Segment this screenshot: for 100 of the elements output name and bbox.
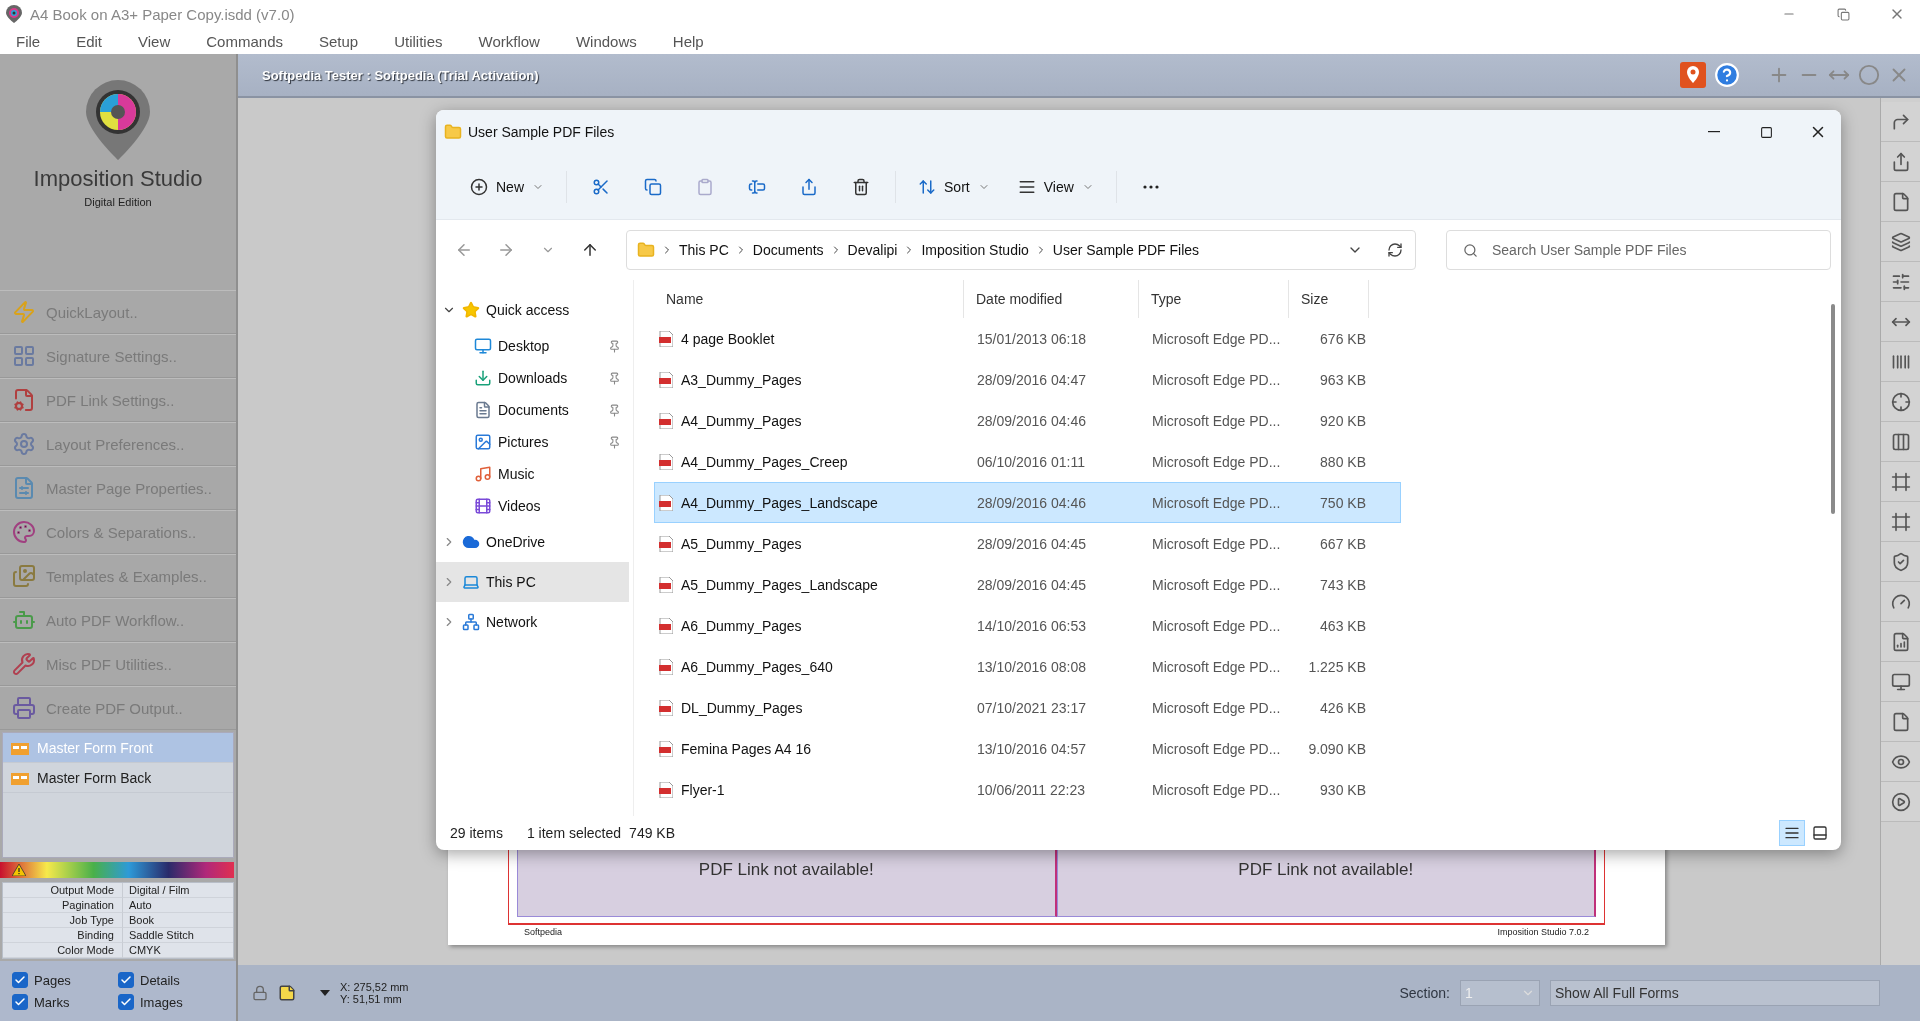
breadcrumb-item[interactable]: User Sample PDF Files — [1052, 242, 1200, 258]
forms-filter-field[interactable]: Show All Full Forms — [1550, 980, 1880, 1006]
document-icon — [474, 401, 492, 419]
nav-item[interactable]: OneDrive — [436, 522, 629, 562]
tool-button[interactable] — [1881, 182, 1920, 222]
nav-item[interactable]: Videos — [436, 490, 629, 522]
property-label: Binding — [3, 928, 123, 943]
new-button[interactable]: New — [460, 166, 554, 207]
frame-icon — [1890, 471, 1911, 492]
x-coordinate: X: 275,52 mm — [340, 981, 409, 993]
file-row[interactable]: A6_Dummy_Pages 14/10/2016 06:53 Microsoft Edge PD... 463 KB — [654, 605, 1401, 646]
column-header[interactable]: Size — [1289, 280, 1369, 318]
menu-item[interactable]: Workflow — [478, 32, 560, 50]
file-row[interactable]: A5_Dummy_Pages_Landscape 28/09/2016 04:45 Microsoft Edge PD... 743 KB — [654, 564, 1401, 605]
file-row[interactable]: A4_Dummy_Pages_Landscape 28/09/2016 04:46 Microsoft Edge PD... 750 KB — [654, 482, 1401, 523]
view-button[interactable]: View — [1007, 166, 1104, 207]
tool-button[interactable] — [1881, 582, 1920, 622]
file-row[interactable]: DL_Dummy_Pages 07/10/2021 23:17 Microsoft Edge PD... 426 KB — [654, 687, 1401, 728]
nav-item[interactable]: Pictures — [436, 426, 629, 458]
tool-button[interactable] — [1881, 302, 1920, 342]
type-cell-text: Microsoft Edge PD... — [1151, 494, 1282, 511]
option-checkbox[interactable]: Marks — [12, 994, 118, 1010]
nav-item[interactable]: Quick access — [436, 290, 629, 330]
window-title: User Sample PDF Files — [468, 124, 616, 140]
tool-button[interactable] — [1881, 662, 1920, 702]
type-cell-text: Microsoft Edge PD... — [1151, 658, 1282, 675]
option-checkbox[interactable]: Images — [118, 994, 224, 1010]
computer-icon — [462, 573, 480, 591]
menu-item[interactable]: File — [16, 32, 61, 50]
nav-item[interactable]: Downloads — [436, 362, 629, 394]
file-row[interactable]: A4_Dummy_Pages_Creep 06/10/2016 01:11 Microsoft Edge PD... 880 KB — [654, 441, 1401, 482]
form-item[interactable]: Master Form Back — [3, 763, 233, 793]
menu-item[interactable]: Commands — [206, 32, 303, 50]
file-row[interactable]: Femina Pages A4 16 13/10/2016 04:57 Microsoft Edge PD... 9.090 KB — [654, 728, 1401, 769]
menu-item[interactable]: Help — [672, 32, 724, 50]
size-cell-text: 667 KB — [1319, 535, 1367, 552]
menu-item[interactable]: Utilities — [394, 32, 463, 50]
file-row[interactable]: A4_Dummy_Pages 28/09/2016 04:46 Microsoft Edge PD... 920 KB — [654, 400, 1401, 441]
nav-item[interactable]: Documents — [436, 394, 629, 426]
pdf-file-icon — [659, 740, 673, 757]
section-label: Section: — [1399, 985, 1450, 1001]
date-cell-text: 15/01/2013 06:18 — [976, 330, 1087, 347]
location-pin-icon[interactable] — [1680, 62, 1706, 88]
nav-item[interactable]: Music — [436, 458, 629, 490]
tool-button[interactable] — [1881, 342, 1920, 382]
warning-icon — [12, 864, 26, 876]
breadcrumb-item[interactable]: This PC — [679, 242, 729, 258]
file-name: A4_Dummy_Pages_Creep — [681, 453, 848, 470]
search-field[interactable]: Search User Sample PDF Files — [1446, 230, 1831, 270]
scrollbar-thumb[interactable] — [1831, 304, 1835, 514]
file-row[interactable]: A6_Dummy_Pages_640 13/10/2016 08:08 Microsoft Edge PD... 1.225 KB — [654, 646, 1401, 687]
view-toggle-button[interactable] — [1779, 820, 1805, 846]
tool-button[interactable] — [1881, 462, 1920, 502]
nav-item[interactable]: Desktop — [436, 330, 629, 362]
note-icon[interactable] — [278, 984, 296, 1002]
tool-button[interactable] — [1881, 382, 1920, 422]
search-input[interactable]: Search User Sample PDF Files — [1490, 241, 1830, 259]
menu-item[interactable]: Edit — [76, 32, 123, 50]
tool-button[interactable] — [1881, 422, 1920, 462]
breadcrumb-item[interactable]: Devalipi — [847, 242, 898, 258]
tool-button[interactable] — [1881, 222, 1920, 262]
video-icon — [474, 497, 492, 515]
file-row[interactable]: A3_Dummy_Pages 28/09/2016 04:47 Microsoft Edge PD... 963 KB — [654, 359, 1401, 400]
caret-icon[interactable] — [320, 990, 330, 996]
option-checkbox[interactable]: Pages — [12, 972, 118, 988]
date-cell-text: 14/10/2016 06:53 — [976, 617, 1087, 634]
tool-button[interactable] — [1881, 102, 1920, 142]
tool-button[interactable] — [1881, 742, 1920, 782]
desktop-icon — [474, 337, 492, 355]
tool-button[interactable] — [1881, 542, 1920, 582]
size-cell-text: 676 KB — [1319, 330, 1367, 347]
lock-icon[interactable] — [252, 985, 268, 1001]
columns-icon — [1890, 431, 1911, 452]
file-row[interactable]: Flyer-1 10/06/2011 22:23 Microsoft Edge PD... 930 KB — [654, 769, 1401, 810]
tool-button[interactable] — [1881, 702, 1920, 742]
tool-button[interactable] — [1881, 622, 1920, 662]
nav-item[interactable]: Network — [436, 602, 629, 642]
column-header[interactable]: Type — [1139, 280, 1289, 318]
file-row[interactable]: 4 page Booklet 15/01/2013 06:18 Microsoft Edge PD... 676 KB — [654, 318, 1401, 359]
sort-button[interactable]: Sort — [908, 166, 1000, 207]
item-count: 29 items — [450, 825, 503, 841]
menu-item[interactable]: Windows — [575, 32, 657, 50]
tool-button[interactable] — [1881, 502, 1920, 542]
column-header[interactable]: Date modified — [964, 280, 1139, 318]
option-checkbox[interactable]: Details — [118, 972, 224, 988]
menu-item[interactable]: Setup — [319, 32, 379, 50]
breadcrumb-item[interactable]: Imposition Studio — [921, 242, 1029, 258]
tool-button[interactable] — [1881, 782, 1920, 822]
address-bar[interactable]: This PC Documents Devalipi Imposition Studio User Sample PDF Files — [626, 230, 1416, 270]
tool-button[interactable] — [1881, 142, 1920, 182]
menu-item[interactable]: View — [138, 32, 191, 50]
help-icon[interactable] — [1714, 62, 1740, 88]
file-row[interactable]: A5_Dummy_Pages 28/09/2016 04:45 Microsoft Edge PD... 667 KB — [654, 523, 1401, 564]
nav-item[interactable]: This PC — [436, 562, 629, 602]
refresh-icon[interactable] — [1387, 242, 1403, 258]
column-header[interactable]: Name — [654, 280, 964, 318]
tool-button[interactable] — [1881, 262, 1920, 302]
more-icon — [1142, 184, 1159, 189]
breadcrumb-item[interactable]: Documents — [752, 242, 824, 258]
monitor-icon — [1890, 671, 1911, 692]
